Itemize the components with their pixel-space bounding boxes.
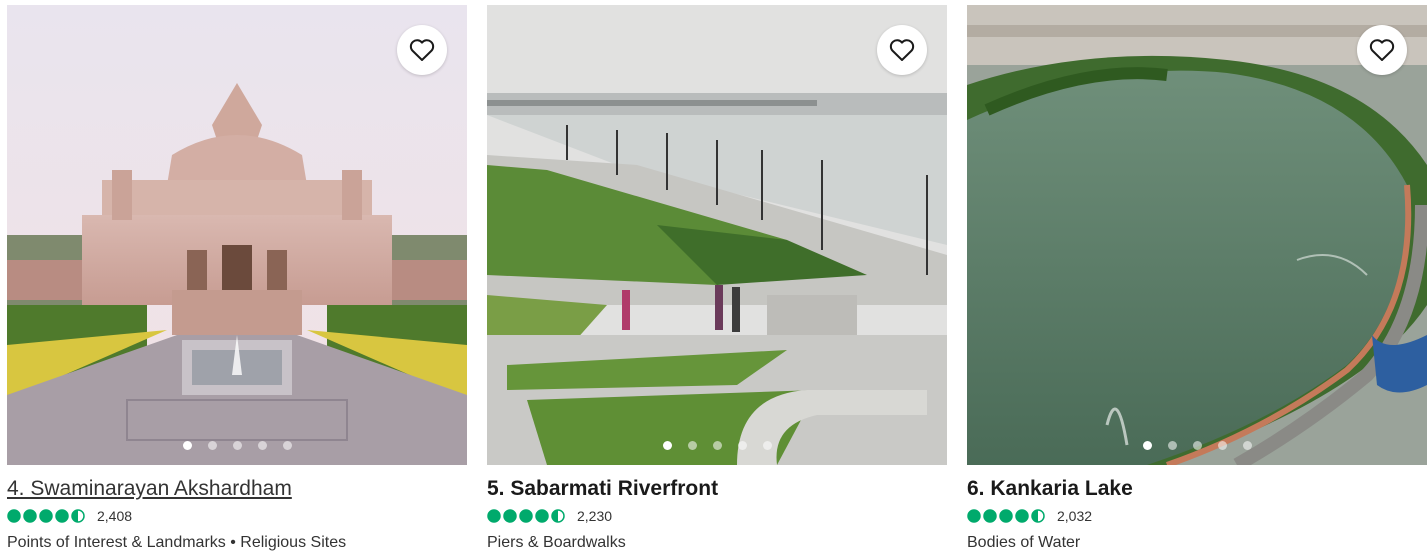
lake-photo bbox=[967, 5, 1427, 465]
carousel-dot[interactable] bbox=[207, 441, 217, 450]
rating-row: 2,032 bbox=[967, 507, 1427, 525]
heart-outline-icon bbox=[1369, 39, 1395, 61]
rating-bubble-full-icon bbox=[23, 509, 37, 523]
rating-bubble-full-icon bbox=[519, 509, 533, 523]
carousel-dot[interactable] bbox=[662, 441, 672, 450]
rating-bubble-full-icon bbox=[1015, 509, 1029, 523]
save-heart-button[interactable] bbox=[877, 25, 927, 75]
attraction-card-akshardham[interactable]: 4. Swaminarayan Akshardham 2,408 Points … bbox=[7, 5, 467, 552]
rating-bubble-full-icon bbox=[503, 509, 517, 523]
attraction-category: Points of Interest & Landmarks • Religio… bbox=[7, 534, 347, 551]
attraction-photo[interactable] bbox=[967, 5, 1427, 465]
heart-outline-icon bbox=[409, 39, 435, 61]
rating-bubble-full-icon bbox=[999, 509, 1013, 523]
carousel-dot[interactable] bbox=[182, 441, 192, 450]
rating-bubble-full-icon bbox=[7, 509, 21, 523]
carousel-dot[interactable] bbox=[737, 441, 747, 450]
rating-bubble-half-icon bbox=[71, 509, 85, 523]
riverfront-photo bbox=[487, 5, 947, 465]
carousel-dot[interactable] bbox=[1217, 441, 1227, 450]
carousel-dot[interactable] bbox=[1192, 441, 1202, 450]
carousel-dot[interactable] bbox=[687, 441, 697, 450]
rating-bubble-half-icon bbox=[551, 509, 565, 523]
attraction-category: Piers & Boardwalks bbox=[487, 534, 626, 551]
attraction-title-link[interactable]: 4. Swaminarayan Akshardham bbox=[7, 477, 467, 501]
attraction-category: Bodies of Water bbox=[967, 534, 1081, 551]
review-count: 2,230 bbox=[577, 508, 613, 524]
rating-bubble-half-icon bbox=[1031, 509, 1045, 523]
rating-bubble-full-icon bbox=[967, 509, 981, 523]
rating-row: 2,230 bbox=[487, 507, 947, 525]
rating-bubble-full-icon bbox=[55, 509, 69, 523]
attraction-photo[interactable] bbox=[7, 5, 467, 465]
carousel-dots bbox=[487, 441, 947, 450]
attraction-card-kankaria[interactable]: 6. Kankaria Lake 2,032 Bodies of Water bbox=[967, 5, 1427, 552]
save-heart-button[interactable] bbox=[1357, 25, 1407, 75]
rating-bubbles bbox=[487, 509, 565, 523]
carousel-dots bbox=[7, 441, 467, 450]
temple-photo bbox=[7, 5, 467, 465]
carousel-dot[interactable] bbox=[282, 441, 292, 450]
rating-bubble-full-icon bbox=[983, 509, 997, 523]
rating-row: 2,408 bbox=[7, 507, 467, 525]
carousel-dot[interactable] bbox=[1242, 441, 1252, 450]
rating-bubble-full-icon bbox=[535, 509, 549, 523]
carousel-dot[interactable] bbox=[1167, 441, 1177, 450]
heart-outline-icon bbox=[889, 39, 915, 61]
save-heart-button[interactable] bbox=[397, 25, 447, 75]
carousel-dot[interactable] bbox=[257, 441, 267, 450]
carousel-dot[interactable] bbox=[762, 441, 772, 450]
carousel-dot[interactable] bbox=[712, 441, 722, 450]
attraction-title-link[interactable]: 5. Sabarmati Riverfront bbox=[487, 477, 947, 501]
rating-bubble-full-icon bbox=[39, 509, 53, 523]
carousel-dot[interactable] bbox=[1142, 441, 1152, 450]
review-count: 2,032 bbox=[1057, 508, 1093, 524]
review-count: 2,408 bbox=[97, 508, 133, 524]
rating-bubbles bbox=[7, 509, 85, 523]
attraction-card-sabarmati[interactable]: 5. Sabarmati Riverfront 2,230 Piers & Bo… bbox=[487, 5, 947, 552]
carousel-dots bbox=[967, 441, 1427, 450]
attraction-title-link[interactable]: 6. Kankaria Lake bbox=[967, 477, 1427, 501]
carousel-dot[interactable] bbox=[232, 441, 242, 450]
rating-bubbles bbox=[967, 509, 1045, 523]
rating-bubble-full-icon bbox=[487, 509, 501, 523]
attraction-photo[interactable] bbox=[487, 5, 947, 465]
